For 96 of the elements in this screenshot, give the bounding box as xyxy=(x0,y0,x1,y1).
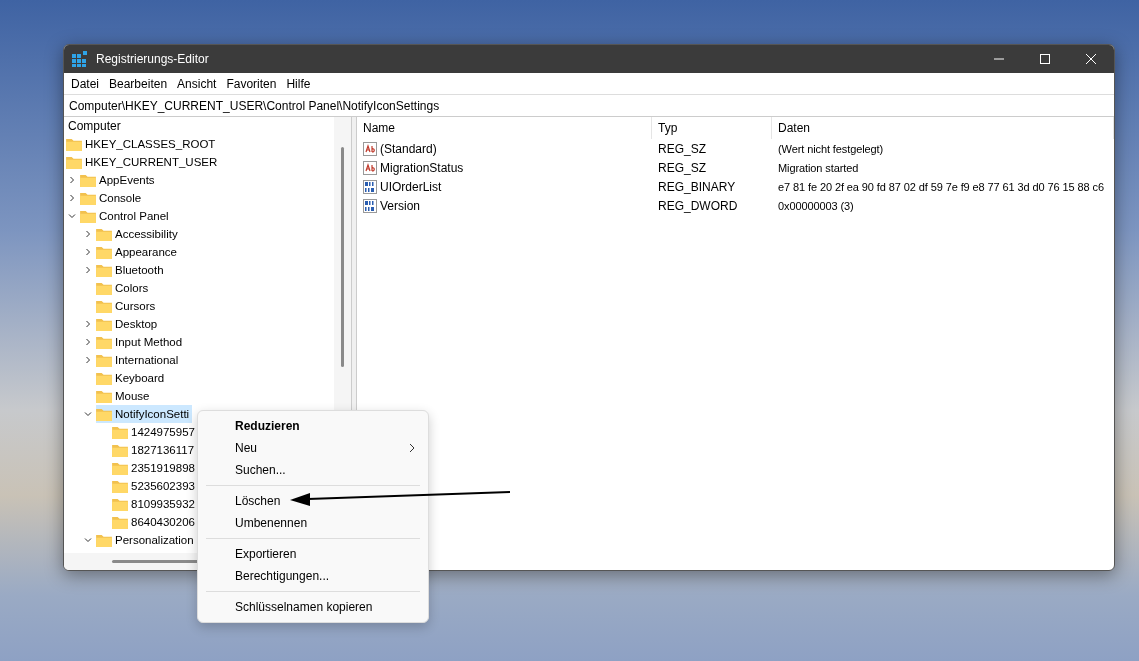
folder-icon xyxy=(112,443,128,457)
close-icon xyxy=(1086,54,1096,64)
chevron-icon[interactable] xyxy=(84,356,92,364)
folder-icon xyxy=(112,461,128,475)
chevron-icon[interactable] xyxy=(84,266,92,274)
value-data: Migration started xyxy=(778,161,859,174)
context-menu-item[interactable]: Umbenennen xyxy=(198,512,428,534)
chevron-icon[interactable] xyxy=(84,230,92,238)
folder-icon xyxy=(96,245,112,259)
tree-item[interactable]: HKEY_CURRENT_USER xyxy=(66,153,221,171)
folder-icon xyxy=(96,299,112,313)
value-name[interactable]: MigrationStatus xyxy=(380,160,464,175)
column-header[interactable]: Name xyxy=(357,117,652,139)
chevron-icon[interactable] xyxy=(84,320,92,328)
tree-item[interactable]: 5235602393 xyxy=(112,477,198,495)
chevron-icon[interactable] xyxy=(84,248,92,256)
tree-item[interactable]: 2351919898 xyxy=(112,459,198,477)
registry-app-icon xyxy=(72,51,88,67)
tree-item[interactable]: Keyboard xyxy=(96,369,168,387)
chevron-icon[interactable] xyxy=(84,410,92,418)
address-bar[interactable]: Computer\HKEY_CURRENT_USER\Control Panel\NotifyIconSettings xyxy=(64,94,1114,117)
value-data: (Wert nicht festgelegt) xyxy=(778,142,884,155)
folder-icon xyxy=(112,515,128,529)
value-name[interactable]: UIOrderList xyxy=(380,179,442,194)
tree-item[interactable]: HKEY_CLASSES_ROOT xyxy=(66,135,219,153)
value-name[interactable]: (Standard) xyxy=(380,141,437,156)
context-menu-item[interactable]: Löschen xyxy=(198,490,428,512)
tree-item[interactable]: 1424975957 xyxy=(112,423,198,441)
chevron-icon xyxy=(408,443,416,453)
string-value-icon xyxy=(363,160,377,175)
folder-icon xyxy=(96,533,112,547)
menu-item[interactable]: Hilfe xyxy=(281,74,316,93)
folder-icon xyxy=(96,227,112,241)
tree-item[interactable]: Appearance xyxy=(96,243,181,261)
menu-item[interactable]: Datei xyxy=(66,74,104,93)
column-header[interactable]: Typ xyxy=(652,117,772,139)
tree-item[interactable]: Personalization xyxy=(96,531,197,549)
tree-item[interactable]: NotifyIconSetti xyxy=(96,405,193,423)
context-menu-item[interactable]: Schlüsselnamen kopieren xyxy=(198,596,428,618)
folder-icon xyxy=(96,263,112,277)
folder-icon xyxy=(80,209,96,223)
folder-icon xyxy=(96,407,112,421)
tree-item[interactable]: Colors xyxy=(96,279,152,297)
folder-icon xyxy=(80,191,96,205)
column-header[interactable]: Daten xyxy=(772,117,1114,139)
tree-item[interactable]: Desktop xyxy=(96,315,161,333)
value-data: e7 81 fe 20 2f ea 90 fd 87 02 df 59 7e f9 e8 77 61 3d d0 76 15 88 c6 xyxy=(778,180,1104,193)
value-type: REG_BINARY xyxy=(658,179,736,194)
tree-item[interactable]: AppEvents xyxy=(80,171,158,189)
folder-icon xyxy=(80,173,96,187)
menu-item[interactable]: Favoriten xyxy=(221,74,282,93)
folder-icon xyxy=(66,137,82,151)
tree-item[interactable]: International xyxy=(96,351,182,369)
tree-item[interactable]: 1827136117 xyxy=(112,441,198,459)
folder-icon xyxy=(96,389,112,403)
value-type: REG_DWORD xyxy=(658,198,738,213)
folder-icon xyxy=(66,155,82,169)
context-menu-item[interactable]: Neu xyxy=(198,437,428,459)
chevron-icon[interactable] xyxy=(84,338,92,346)
context-menu-item[interactable]: Reduzieren xyxy=(198,415,428,437)
value-name[interactable]: Version xyxy=(380,198,421,213)
folder-icon xyxy=(112,497,128,511)
window-title: Registrierungs-Editor xyxy=(96,52,210,66)
menu-item[interactable]: Ansicht xyxy=(172,74,222,93)
context-menu-item[interactable]: Berechtigungen... xyxy=(198,565,428,587)
chevron-icon[interactable] xyxy=(68,194,76,202)
tree-item[interactable]: 8109935932 xyxy=(112,495,198,513)
maximize-icon xyxy=(1040,54,1050,64)
folder-icon xyxy=(96,335,112,349)
value-type: REG_SZ xyxy=(658,160,706,175)
tree-root[interactable]: Computer xyxy=(66,119,121,133)
tree-item[interactable]: Input Method xyxy=(96,333,186,351)
context-menu-item[interactable]: Suchen... xyxy=(198,459,428,481)
string-value-icon xyxy=(363,141,377,156)
tree-item[interactable]: Cursors xyxy=(96,297,159,315)
folder-icon xyxy=(112,479,128,493)
folder-icon xyxy=(112,425,128,439)
tree-item[interactable]: 8640430206 xyxy=(112,513,198,531)
folder-icon xyxy=(96,317,112,331)
tree-item[interactable]: Control Panel xyxy=(80,207,172,225)
tree-item[interactable]: Bluetooth xyxy=(96,261,167,279)
chevron-icon[interactable] xyxy=(68,212,76,220)
chevron-icon[interactable] xyxy=(84,536,92,544)
folder-icon xyxy=(96,353,112,367)
value-type: REG_SZ xyxy=(658,141,706,156)
tree-item[interactable]: Console xyxy=(80,189,145,207)
folder-icon xyxy=(96,371,112,385)
tree-item[interactable]: Mouse xyxy=(96,387,153,405)
binary-value-icon xyxy=(363,198,377,213)
chevron-icon[interactable] xyxy=(68,176,76,184)
tree-item[interactable]: Accessibility xyxy=(96,225,181,243)
value-data: 0x00000003 (3) xyxy=(778,199,854,212)
context-menu-item[interactable]: Exportieren xyxy=(198,543,428,565)
binary-value-icon xyxy=(363,179,377,194)
folder-icon xyxy=(96,281,112,295)
menu-item[interactable]: Bearbeiten xyxy=(104,74,173,93)
